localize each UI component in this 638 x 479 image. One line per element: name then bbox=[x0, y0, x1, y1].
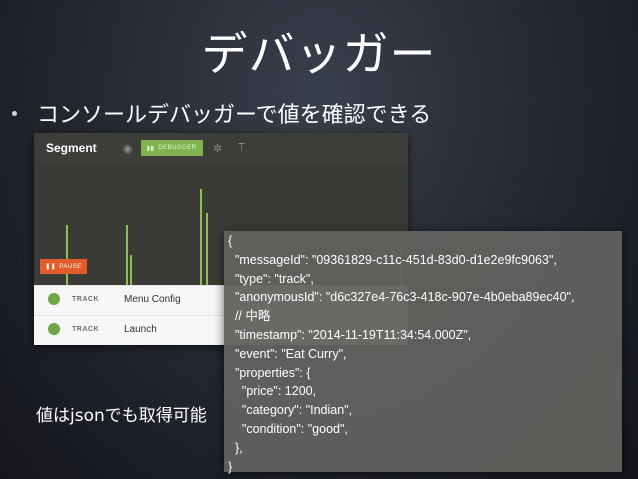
tab-debugger-label: DEBUGGER bbox=[158, 145, 197, 151]
pause-button[interactable]: ❚❚ PAUSE bbox=[40, 259, 87, 274]
event-name: Menu Config bbox=[124, 293, 181, 305]
pause-icon: ❚❚ bbox=[45, 264, 57, 270]
json-line: "properties": { bbox=[228, 365, 311, 380]
pause-label: PAUSE bbox=[59, 263, 82, 270]
graph-bar bbox=[126, 225, 128, 285]
json-line: "timestamp": "2014-11-19T11:34:54.000Z", bbox=[228, 327, 472, 342]
filter-icon[interactable]: ⟙ bbox=[233, 139, 251, 157]
bullet-item: コンソールデバッガーで値を確認できる bbox=[12, 97, 431, 129]
debugger-toolbar: Segment ◉ ▮▮ DEBUGGER ✲ ⟙ bbox=[34, 133, 408, 163]
brand-logo: Segment bbox=[46, 141, 97, 155]
bullet-dot-icon bbox=[12, 110, 17, 116]
bullet-text: コンソールデバッガーで値を確認できる bbox=[37, 103, 432, 128]
json-line: "category": "Indian", bbox=[228, 403, 353, 418]
json-line: } bbox=[228, 459, 233, 474]
event-name: Launch bbox=[124, 323, 157, 335]
graph-bar bbox=[66, 225, 68, 285]
slide-title: デバッガー bbox=[201, 27, 437, 81]
gear-icon[interactable]: ✲ bbox=[209, 139, 227, 157]
tab-debugger[interactable]: ▮▮ DEBUGGER bbox=[140, 140, 203, 156]
android-icon bbox=[48, 323, 60, 335]
android-icon bbox=[48, 293, 60, 305]
json-line: }, bbox=[228, 440, 243, 455]
json-line: "type": "track", bbox=[228, 271, 314, 286]
json-line: "condition": "good", bbox=[228, 421, 348, 436]
json-line: { bbox=[228, 234, 233, 248]
json-line: "event": "Eat Curry", bbox=[228, 346, 347, 361]
event-type: TRACK bbox=[72, 325, 99, 333]
json-line: "price": 1200, bbox=[228, 384, 317, 399]
json-payload-panel: { "messageId": "09361829-c11c-451d-83d0-… bbox=[224, 231, 622, 474]
json-line: "messageId": "09361829-c11c-451d-83d0-d1… bbox=[228, 252, 557, 267]
graph-bar bbox=[200, 189, 202, 285]
graph-bar bbox=[130, 255, 132, 285]
json-line: // 中略 bbox=[228, 309, 271, 324]
eye-icon[interactable]: ◉ bbox=[119, 139, 137, 157]
bars-icon: ▮▮ bbox=[146, 145, 155, 152]
caption-text: 値はjsonでも取得可能 bbox=[36, 406, 207, 426]
json-line: "anonymousId": "d6c327e4-76c3-418c-907e-… bbox=[228, 290, 575, 305]
graph-bar bbox=[206, 213, 208, 285]
event-type: TRACK bbox=[72, 295, 99, 303]
